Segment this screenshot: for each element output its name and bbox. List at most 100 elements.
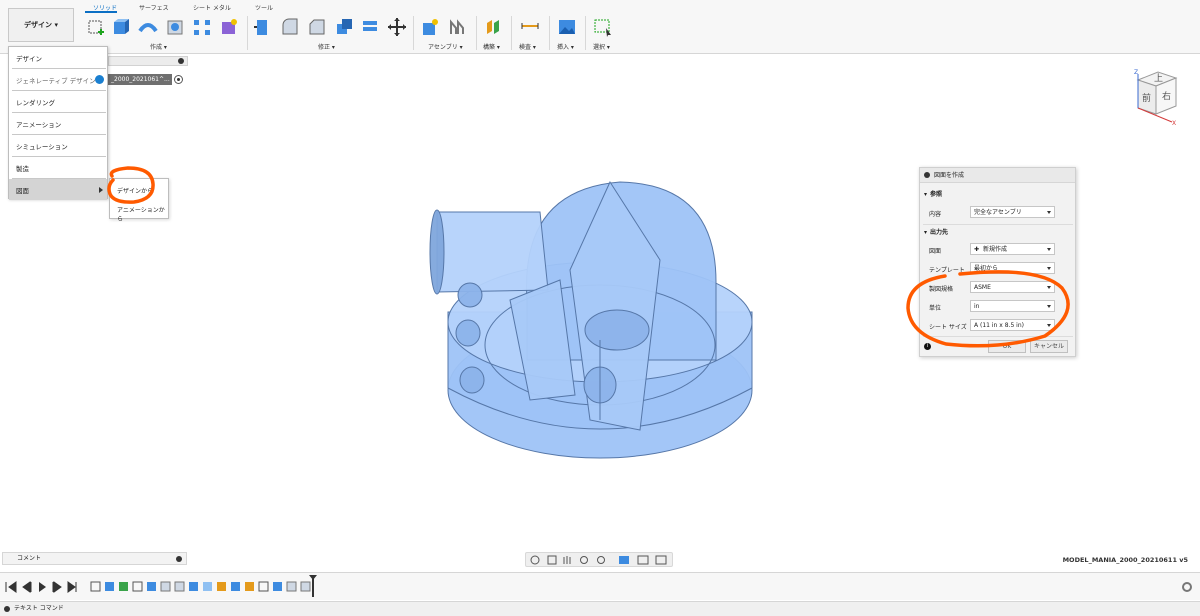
measure-icon[interactable] — [520, 17, 540, 37]
derive-icon[interactable] — [219, 17, 239, 37]
settings-gear-icon[interactable] — [1182, 582, 1192, 592]
revolve-icon[interactable] — [138, 17, 158, 37]
viewports-icon[interactable] — [655, 555, 667, 565]
divider — [413, 16, 414, 50]
move-icon[interactable] — [387, 17, 407, 37]
submenu-arrow-icon — [99, 187, 103, 193]
tab-sheet-metal[interactable]: シート メタル — [193, 3, 231, 12]
document-name-version: MODEL_MANIA_2000_20210611 v5 — [1062, 556, 1188, 564]
assemble-group-label[interactable]: アセンブリ ▾ — [428, 42, 463, 51]
3d-model-body[interactable] — [429, 180, 753, 459]
display-settings-icon[interactable] — [619, 556, 629, 564]
go-to-start-icon[interactable] — [5, 581, 17, 593]
pin-icon[interactable] — [178, 58, 184, 64]
toolbar: デザイン ▾ ソリッド サーフェス シート メタル ツール 作成 ▾ 修正 ▾ … — [0, 0, 1200, 54]
hole-icon[interactable] — [165, 17, 185, 37]
construct-group-label[interactable]: 構築 ▾ — [483, 42, 500, 51]
pattern-icon[interactable] — [192, 17, 212, 37]
z-axis-label: Z — [1134, 69, 1138, 76]
menu-item-label: ジェネレーティブ デザイン — [16, 76, 96, 85]
offset-plane-icon[interactable] — [484, 17, 504, 37]
document-node[interactable]: _2000_2021061^... — [108, 74, 172, 85]
ok-button[interactable]: OK — [988, 340, 1026, 353]
workspace-switcher-button[interactable]: デザイン ▾ — [8, 8, 74, 42]
tab-surface[interactable]: サーフェス — [139, 3, 169, 12]
template-label: テンプレート — [929, 267, 965, 274]
dialog-title[interactable]: 図面を作成 — [920, 168, 1075, 183]
generative-design-icon — [95, 75, 104, 84]
template-dropdown[interactable]: 最初から — [970, 262, 1055, 274]
pan-icon[interactable] — [563, 556, 571, 564]
menu-item-animation[interactable]: アニメーション — [9, 113, 107, 134]
modify-group-label[interactable]: 修正 ▾ — [318, 42, 335, 51]
dialog-close-icon[interactable] — [924, 172, 930, 178]
select-icon[interactable] — [593, 17, 613, 37]
fusion-window: デザイン ▾ ソリッド サーフェス シート メタル ツール 作成 ▾ 修正 ▾ … — [0, 0, 1200, 616]
fillet-icon[interactable] — [280, 17, 300, 37]
press-pull-icon[interactable] — [252, 17, 272, 37]
cancel-button[interactable]: キャンセル — [1030, 340, 1068, 353]
x-axis-label: X — [1172, 120, 1176, 126]
new-component-icon[interactable] — [420, 17, 440, 37]
step-forward-icon[interactable] — [52, 581, 62, 593]
drawing-dropdown[interactable]: ✚ 新規作成 — [970, 243, 1055, 255]
add-comment-icon[interactable] — [176, 556, 182, 562]
text-command-icon — [4, 606, 10, 612]
model-viewport[interactable] — [420, 170, 760, 470]
grid-icon[interactable] — [637, 555, 649, 565]
comments-panel[interactable]: コメント — [2, 552, 187, 565]
viewcube-top-label[interactable]: 上 — [1154, 73, 1163, 84]
units-dropdown[interactable]: in — [970, 300, 1055, 312]
units-label: 単位 — [929, 305, 942, 312]
select-group-label[interactable]: 選択 ▾ — [593, 42, 610, 51]
active-radio-icon[interactable] — [174, 75, 183, 84]
chamfer-icon[interactable] — [307, 17, 327, 37]
comments-label: コメント — [17, 555, 42, 562]
insert-image-icon[interactable] — [557, 17, 577, 37]
submenu-item-from-design[interactable]: デザインから — [117, 186, 153, 195]
orbit-icon[interactable] — [530, 555, 540, 565]
menu-item-simulation[interactable]: シミュレーション — [9, 135, 107, 156]
extrude-icon[interactable] — [110, 17, 130, 37]
step-back-icon[interactable] — [22, 581, 32, 593]
submenu-item-from-animation[interactable]: アニメーションから — [117, 205, 168, 223]
menu-item-manufacture[interactable]: 製造 — [9, 157, 107, 178]
sheet-size-dropdown[interactable]: A (11 in x 8.5 in) — [970, 319, 1055, 331]
zoom-icon[interactable] — [580, 556, 588, 564]
content-dropdown[interactable]: 完全なアセンブリ — [970, 206, 1055, 218]
standard-dropdown[interactable]: ASME — [970, 281, 1055, 293]
divider — [476, 16, 477, 50]
menu-item-render[interactable]: レンダリング — [9, 91, 107, 112]
divider — [585, 16, 586, 50]
section-reference[interactable]: 参照 — [924, 189, 942, 198]
menu-item-design[interactable]: デザイン — [9, 47, 107, 68]
divider — [549, 16, 550, 50]
drawing-label: 図面 — [929, 248, 942, 255]
info-icon[interactable]: i — [924, 343, 931, 350]
new-plus-icon: ✚ — [974, 246, 980, 253]
section-output[interactable]: 出力先 — [924, 227, 948, 236]
create-group-label[interactable]: 作成 ▾ — [150, 42, 167, 51]
tab-tools[interactable]: ツール — [255, 3, 273, 12]
viewcube-right-label[interactable]: 右 — [1162, 90, 1171, 102]
joint-icon[interactable] — [447, 17, 467, 37]
menu-item-generative-design[interactable]: ジェネレーティブ デザイン — [9, 69, 107, 90]
create-sketch-icon[interactable] — [86, 17, 106, 37]
view-cube[interactable]: 上 前 右 Z X — [1128, 66, 1180, 126]
zoom-window-icon[interactable] — [597, 556, 605, 564]
viewcube-front-label[interactable]: 前 — [1142, 92, 1151, 104]
menu-item-drawing[interactable]: 図面 — [9, 179, 107, 200]
browser-panel-header[interactable] — [108, 56, 188, 66]
section-divider — [923, 224, 1073, 225]
combine-icon[interactable] — [360, 17, 380, 37]
go-to-end-icon[interactable] — [67, 581, 77, 593]
shell-icon[interactable] — [334, 17, 354, 37]
look-at-icon[interactable] — [547, 555, 557, 565]
text-command-bar[interactable]: テキスト コマンド — [0, 601, 1200, 616]
insert-group-label[interactable]: 挿入 ▾ — [557, 42, 574, 51]
inspect-group-label[interactable]: 検査 ▾ — [519, 42, 536, 51]
play-icon[interactable] — [39, 582, 46, 592]
navigation-toolbar — [525, 552, 673, 567]
timeline-marker-head[interactable] — [309, 575, 317, 580]
timeline-features[interactable] — [90, 581, 311, 592]
